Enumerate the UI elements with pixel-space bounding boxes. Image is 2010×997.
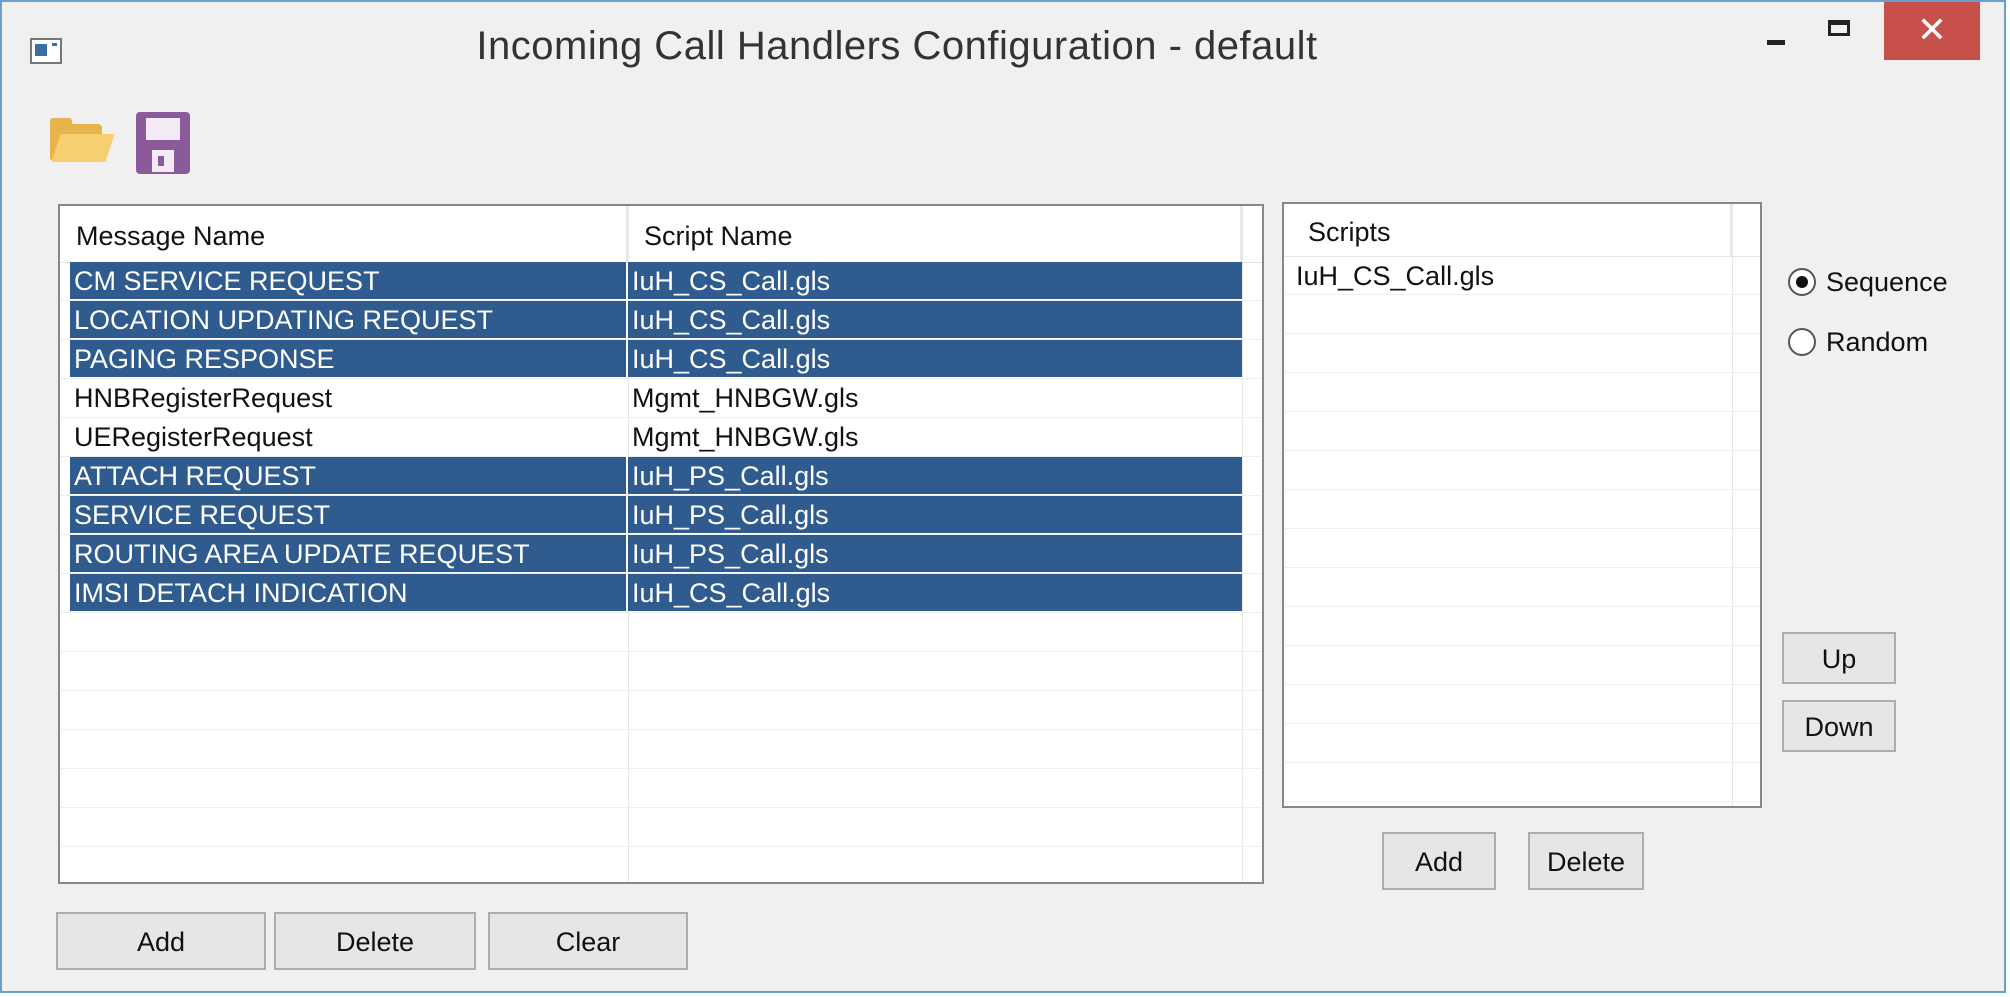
empty-row <box>1284 412 1760 451</box>
table-row[interactable]: HNBRegisterRequest Mgmt_HNBGW.gls <box>60 379 1262 418</box>
clear-handlers-button[interactable]: Clear <box>488 912 688 970</box>
cell-message-name[interactable]: HNBRegisterRequest <box>70 379 626 416</box>
cell-message-name[interactable]: UERegisterRequest <box>70 418 626 455</box>
minimize-button[interactable] <box>1747 2 1807 60</box>
table-body: CM SERVICE REQUEST IuH_CS_Call.gls LOCATIO… <box>60 262 1262 882</box>
table-row[interactable]: IMSI DETACH INDICATION IuH_CS_Call.gls <box>60 574 1262 613</box>
move-up-button[interactable]: Up <box>1782 632 1896 684</box>
table-row[interactable]: CM SERVICE REQUEST IuH_CS_Call.gls <box>60 262 1262 301</box>
empty-row <box>1284 568 1760 607</box>
empty-row <box>1284 646 1760 685</box>
random-radio-label: Random <box>1826 327 1929 357</box>
empty-row <box>1284 685 1760 724</box>
cell-script-name[interactable]: IuH_CS_Call.gls <box>628 574 1242 611</box>
title-bar[interactable]: Incoming Call Handlers Configuration - d… <box>2 2 2004 102</box>
empty-row <box>60 808 1262 847</box>
cell-script-name[interactable]: IuH_CS_Call.gls <box>628 301 1242 338</box>
empty-row <box>60 652 1262 691</box>
sequence-radio-dot <box>1788 268 1816 296</box>
empty-row <box>1284 451 1760 490</box>
empty-row <box>1284 763 1760 802</box>
maximize-icon <box>1828 20 1850 36</box>
empty-row <box>60 769 1262 808</box>
random-radio-dot <box>1788 328 1816 356</box>
table-row[interactable]: UERegisterRequest Mgmt_HNBGW.gls <box>60 418 1262 457</box>
cell-script-name[interactable]: Mgmt_HNBGW.gls <box>628 418 1242 455</box>
empty-row <box>1284 724 1760 763</box>
dialog-window: Incoming Call Handlers Configuration - d… <box>0 0 2006 993</box>
empty-row <box>1284 529 1760 568</box>
table-row[interactable]: PAGING RESPONSE IuH_CS_Call.gls <box>60 340 1262 379</box>
scripts-header: Scripts <box>1284 204 1760 257</box>
empty-row <box>1284 373 1760 412</box>
empty-row <box>60 847 1262 882</box>
open-folder-button[interactable] <box>48 112 115 164</box>
table-row[interactable]: ATTACH REQUEST IuH_PS_Call.gls <box>60 457 1262 496</box>
handlers-table[interactable]: Message Name Script Name CM SERVICE REQU… <box>58 204 1264 884</box>
cell-script-name[interactable]: IuH_CS_Call.gls <box>628 262 1242 299</box>
empty-row <box>1284 295 1760 334</box>
table-row[interactable]: SERVICE REQUEST IuH_PS_Call.gls <box>60 496 1262 535</box>
empty-row <box>1284 490 1760 529</box>
empty-row <box>60 691 1262 730</box>
scripts-list[interactable]: Scripts IuH_CS_Call.gls <box>1282 202 1762 808</box>
cell-message-name[interactable]: IMSI DETACH INDICATION <box>70 574 626 611</box>
cell-message-name[interactable]: CM SERVICE REQUEST <box>70 262 626 299</box>
close-button[interactable]: ✕ <box>1884 2 1980 60</box>
empty-row <box>1284 334 1760 373</box>
empty-row <box>60 613 1262 652</box>
table-row[interactable]: LOCATION UPDATING REQUEST IuH_CS_Call.gls <box>60 301 1262 340</box>
script-item-label: IuH_CS_Call.gls <box>1296 261 1495 291</box>
scripts-body: IuH_CS_Call.gls <box>1284 256 1760 802</box>
cell-script-name[interactable]: IuH_PS_Call.gls <box>628 535 1242 572</box>
cell-script-name[interactable]: Mgmt_HNBGW.gls <box>628 379 1242 416</box>
table-header: Message Name Script Name <box>60 206 1262 263</box>
cell-message-name[interactable]: LOCATION UPDATING REQUEST <box>70 301 626 338</box>
empty-row <box>1284 607 1760 646</box>
add-handler-button[interactable]: Add <box>56 912 266 970</box>
delete-script-button[interactable]: Delete <box>1528 832 1644 890</box>
save-button[interactable] <box>136 112 190 174</box>
cell-message-name[interactable]: PAGING RESPONSE <box>70 340 626 377</box>
maximize-button[interactable] <box>1810 2 1870 60</box>
add-script-button[interactable]: Add <box>1382 832 1496 890</box>
minimize-icon <box>1767 40 1785 45</box>
cell-script-name[interactable]: IuH_CS_Call.gls <box>628 340 1242 377</box>
delete-handler-button[interactable]: Delete <box>274 912 476 970</box>
column-header-message-name[interactable]: Message Name <box>60 206 628 262</box>
move-down-button[interactable]: Down <box>1782 700 1896 752</box>
close-icon: ✕ <box>1916 9 1948 50</box>
cell-script-name[interactable]: IuH_PS_Call.gls <box>628 496 1242 533</box>
window-title: Incoming Call Handlers Configuration - d… <box>476 24 1318 68</box>
cell-message-name[interactable]: ATTACH REQUEST <box>70 457 626 494</box>
cell-message-name[interactable]: ROUTING AREA UPDATE REQUEST <box>70 535 626 572</box>
cell-message-name[interactable]: SERVICE REQUEST <box>70 496 626 533</box>
cell-script-name[interactable]: IuH_PS_Call.gls <box>628 457 1242 494</box>
column-header-script-name[interactable]: Script Name <box>628 206 1242 262</box>
empty-row <box>60 730 1262 769</box>
list-item[interactable]: IuH_CS_Call.gls <box>1284 256 1760 295</box>
sequence-radio-label: Sequence <box>1826 267 1948 297</box>
table-row[interactable]: ROUTING AREA UPDATE REQUEST IuH_PS_Call.g… <box>60 535 1262 574</box>
column-header-scripts[interactable]: Scripts <box>1292 204 1732 256</box>
